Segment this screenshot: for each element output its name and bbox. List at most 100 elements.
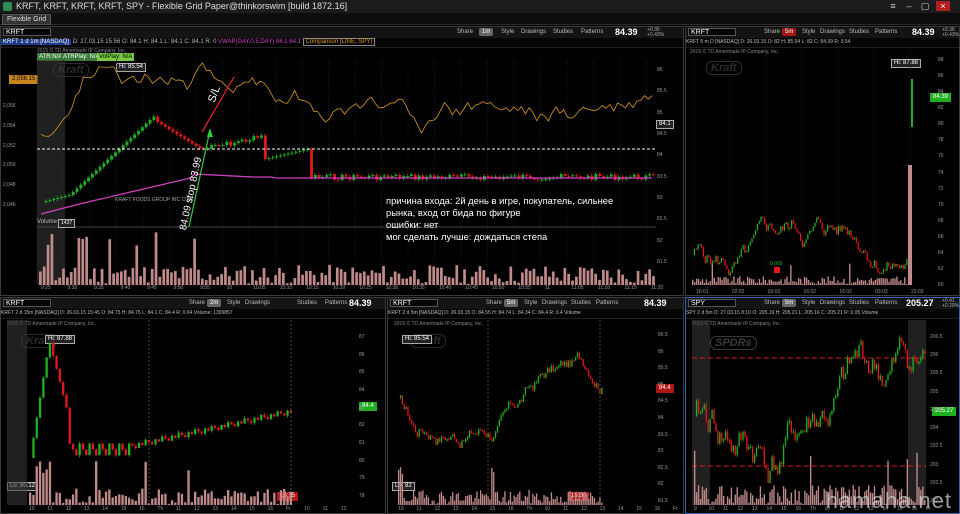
main-volume-bar [455,265,459,285]
tr-volume-bar [823,278,825,285]
tr-candle [836,227,838,235]
main-volume-bar [127,276,131,285]
y-axis-label: 88 [938,57,944,63]
price-candle [429,175,433,177]
tr-candle [809,231,811,235]
bl-candle [194,429,197,435]
price-candle [64,196,67,197]
bm-volume-bar [399,467,402,505]
tr-volume-bar [819,282,822,285]
bm-volume-bar [565,502,568,505]
br-volume-bar [821,500,823,505]
bm-volume-bar [511,501,513,505]
br-candle [748,446,750,450]
tr-candle [872,267,874,269]
br-candle [825,418,827,420]
br-candle [916,359,918,364]
y-axis-label: 83.5 [657,173,667,180]
bl-volume-bar [114,495,118,505]
bl-volume-bar [55,492,58,505]
y-axis-label: 84 [657,152,663,159]
main-volume-bar [470,276,474,285]
bl-candle [134,445,137,448]
br-candle [752,446,754,463]
price-candle [244,139,248,142]
y-axis-label: 204 [930,425,939,432]
price-candle [44,201,48,202]
bl-volume-bar [263,492,266,505]
br-candle [898,338,901,349]
br-candle [871,359,874,373]
br-candle [761,446,764,449]
chart-canvas [398,320,603,505]
tr-candle [771,223,773,229]
main-volume-bar [170,272,173,285]
price-candle [525,174,529,176]
y-axis-label: 82 [657,237,663,244]
bm-candle [399,395,402,398]
tr-volume-bar [792,281,794,285]
bm-volume-bar [534,496,536,505]
br-candle [819,417,822,427]
price-candle [406,176,410,178]
x-axis-label: 9:40 [120,285,131,291]
tr-volume-bar [733,276,735,285]
main-volume-bar [73,267,77,285]
price-candle [540,179,544,181]
bm-volume-bar [563,501,566,505]
bm-volume-bar [562,502,564,505]
tr-candle [787,222,789,230]
tr-candle [760,217,762,222]
tr-volume-bar [815,283,818,285]
y-axis-label: 85.5 [658,365,668,372]
tr-volume-bar [731,280,733,285]
tr-candle [731,266,733,273]
price-candle [390,175,394,178]
br-volume-bar [782,486,785,505]
main-volume-bar [594,273,597,285]
bm-candle [418,429,420,437]
x-axis-label: 16 [654,506,661,512]
price-candle [310,149,313,179]
main-volume-bar [636,270,640,285]
bm-candle [493,437,495,442]
bl-volume-bar [213,498,217,505]
window-menu-icon[interactable]: ≡ [886,1,900,11]
price-candle [336,179,340,181]
bm-volume-bar [558,502,560,505]
x-axis-label: 14 [471,506,477,512]
tr-volume-bar [756,282,759,285]
x-axis-label: 11:20 [651,285,664,291]
main-volume-bar [116,272,119,285]
tr-volume-bar [872,281,875,285]
bm-volume-bar [567,491,569,505]
tab-flexible-grid[interactable]: Flexible Grid [2,14,52,25]
x-axis-label: 12 [434,506,441,512]
bm-volume-bar [498,500,500,505]
close-icon[interactable]: × [936,1,950,11]
tr-candle [884,269,886,271]
tr-candle [765,224,768,231]
br-candle [699,411,702,413]
main-volume-bar [463,269,466,285]
br-candle [914,357,916,360]
tr-candle [801,240,804,247]
price-candle [648,174,652,176]
main-volume-bar [274,275,277,285]
bl-candle [246,418,250,421]
price-candle [394,174,398,176]
bm-volume-bar [446,503,448,505]
tr-candle [800,233,802,241]
tr-volume-bar [752,279,755,285]
bm-volume-bar [433,500,435,505]
maximize-icon[interactable]: ▢ [918,1,932,11]
tr-volume-bar [748,278,751,285]
tr-volume-bar [741,281,743,285]
br-volume-bar [765,503,767,505]
br-volume-bar [767,502,769,505]
minimize-icon[interactable]: – [902,1,916,11]
bl-candle [164,436,167,439]
tr-volume-bar [837,280,839,285]
bm-candle [448,438,450,440]
bl-candle [210,425,213,431]
